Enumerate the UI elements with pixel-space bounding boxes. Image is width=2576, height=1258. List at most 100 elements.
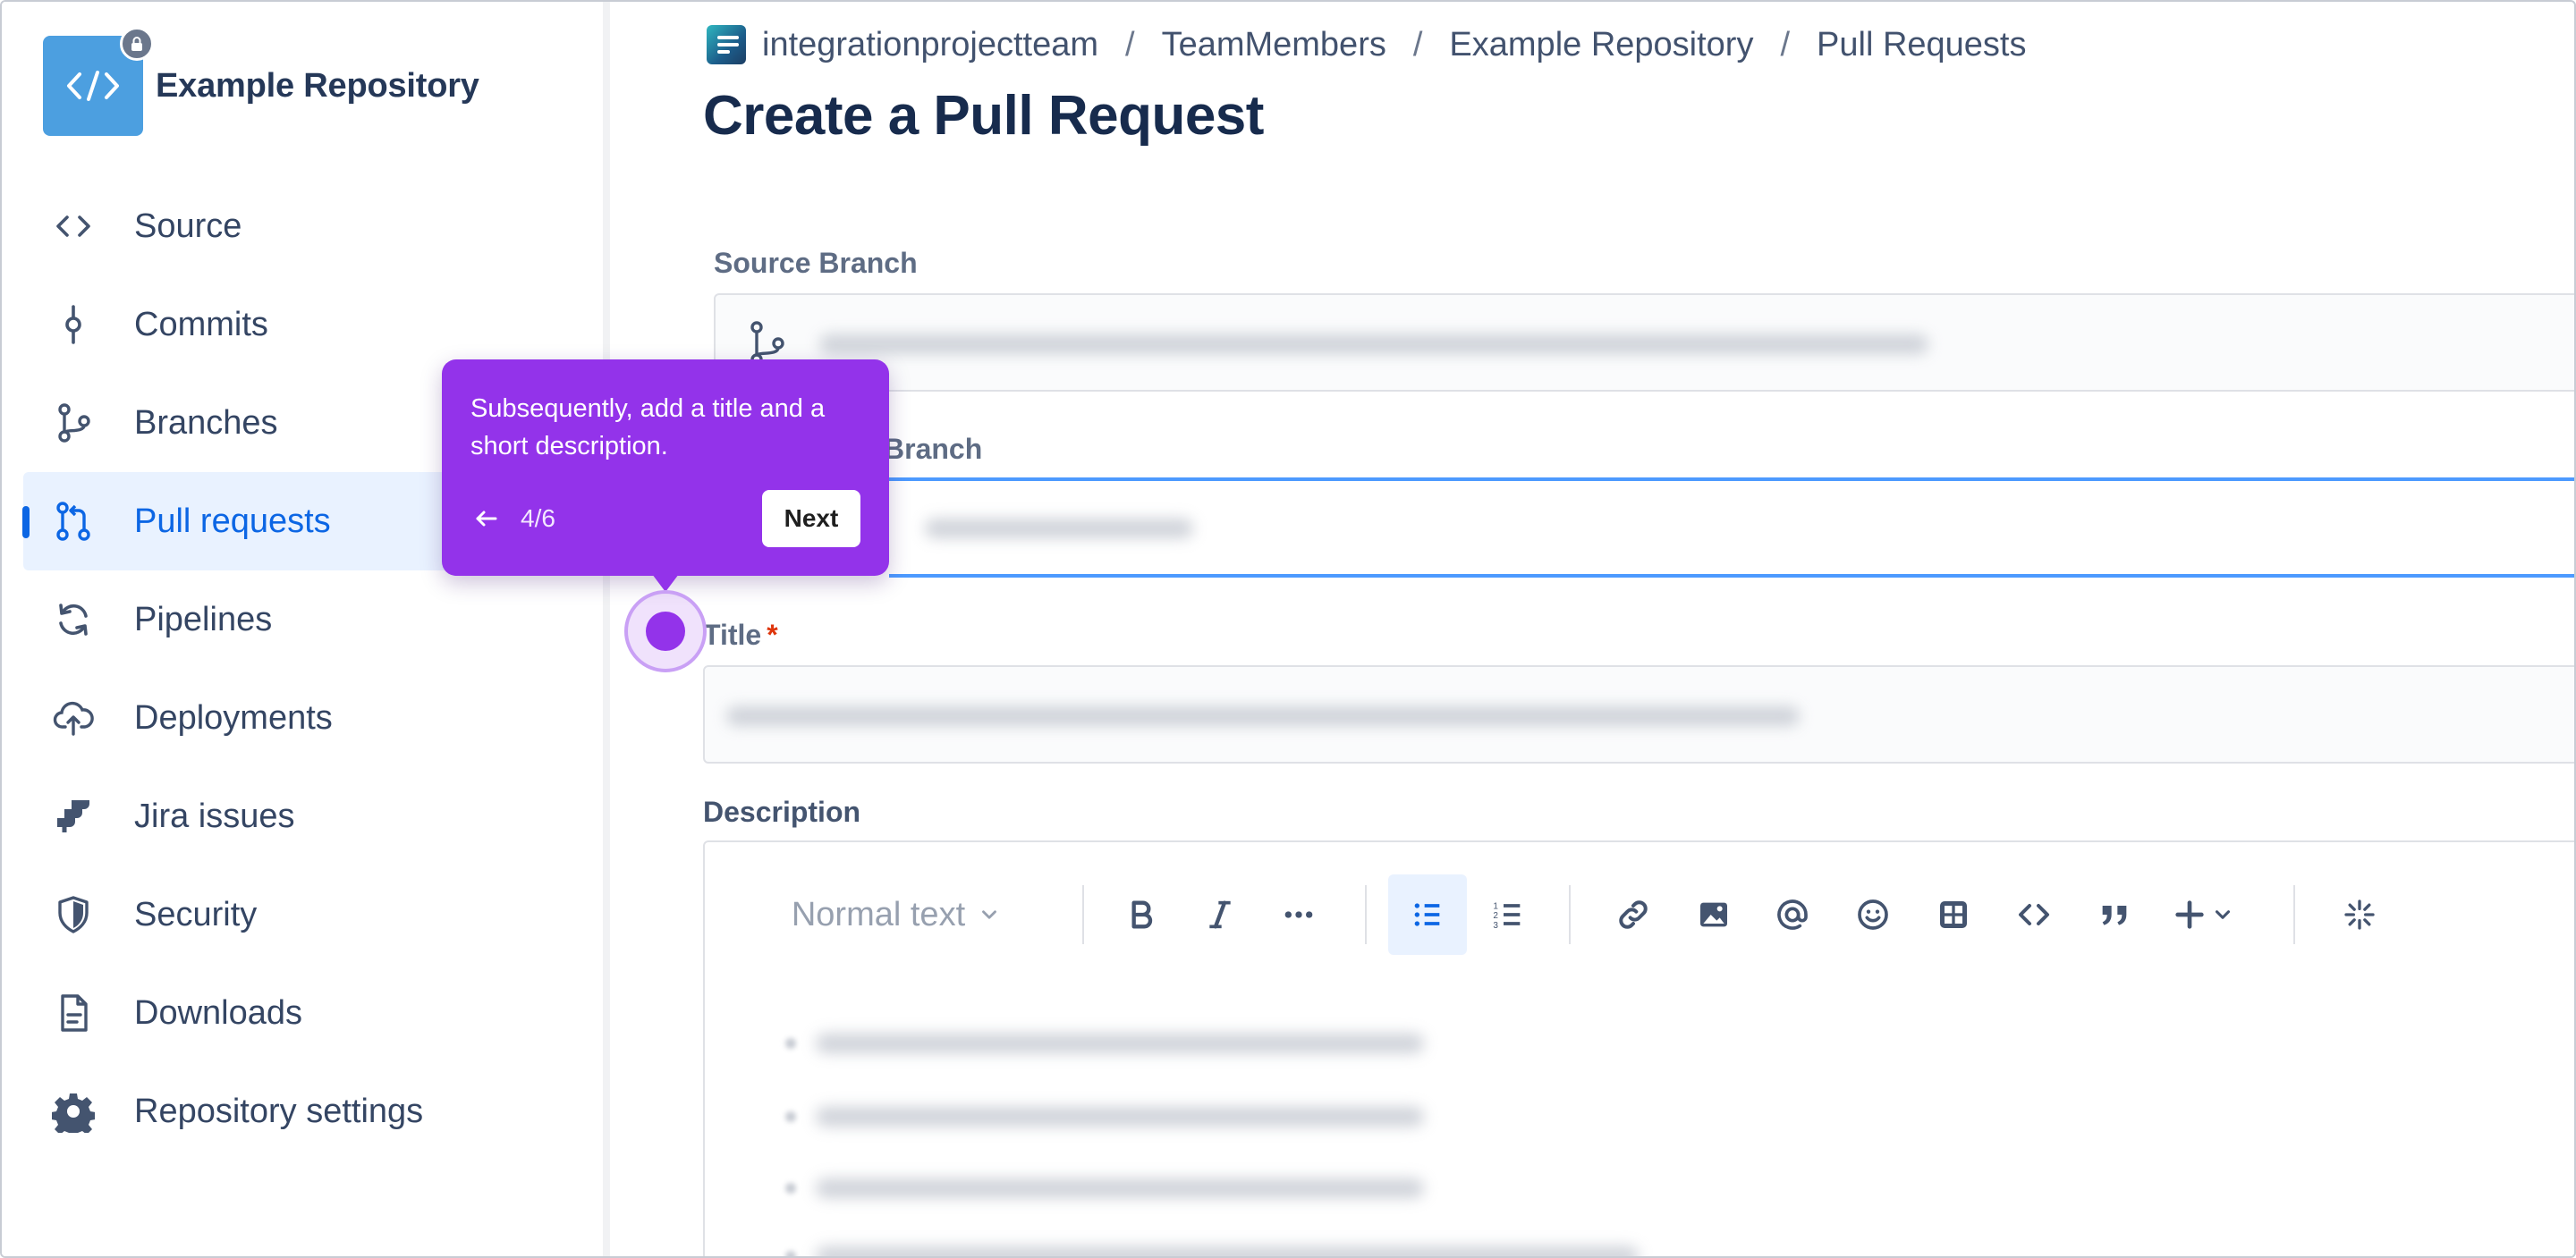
tooltip-text: Subsequently, add a title and a short de… bbox=[470, 394, 826, 460]
arrow-left-icon bbox=[476, 511, 497, 527]
mention-button[interactable] bbox=[1753, 874, 1832, 955]
gear-icon bbox=[50, 1088, 97, 1135]
sidebar-item-downloads[interactable]: Downloads bbox=[23, 964, 603, 1062]
ai-button[interactable] bbox=[2320, 874, 2399, 955]
toolbar-divider bbox=[1082, 885, 1084, 944]
pull-request-icon bbox=[50, 498, 97, 545]
description-editor[interactable]: Normal text 123 bbox=[703, 840, 2574, 1256]
mention-icon bbox=[1777, 899, 1808, 930]
commit-icon bbox=[50, 301, 97, 348]
repo-name: Example Repository bbox=[156, 66, 479, 105]
description-line bbox=[785, 1034, 1424, 1053]
sidebar-nav: Source Commits Branches Pull requests Pi… bbox=[22, 177, 603, 1161]
breadcrumb-separator: / bbox=[1412, 25, 1423, 63]
back-button[interactable] bbox=[470, 502, 503, 535]
destination-branch-value bbox=[925, 519, 1193, 538]
bold-button[interactable] bbox=[1102, 874, 1181, 955]
title-label-text: Title bbox=[703, 619, 762, 651]
link-icon bbox=[1619, 900, 1648, 929]
tooltip-step-counter: 4/6 bbox=[521, 504, 555, 532]
destination-branch-label: Branch bbox=[884, 433, 983, 465]
numbered-list-button[interactable]: 123 bbox=[1469, 874, 1547, 955]
svg-text:2: 2 bbox=[1493, 911, 1498, 921]
sidebar-divider bbox=[603, 2, 610, 1256]
text-style-label: Normal text bbox=[791, 895, 966, 933]
source-branch-label: Source Branch bbox=[714, 247, 918, 279]
text-style-dropdown[interactable]: Normal text bbox=[762, 874, 1030, 955]
main-content: integrationprojectteam / TeamMembers / E… bbox=[610, 2, 2574, 1256]
sidebar-item-label: Deployments bbox=[134, 698, 333, 737]
emoji-icon bbox=[1858, 899, 1888, 930]
insert-button[interactable] bbox=[2154, 874, 2252, 955]
more-icon bbox=[1284, 911, 1313, 918]
chevron-down-icon bbox=[2215, 910, 2231, 919]
breadcrumb: integrationprojectteam / TeamMembers / E… bbox=[707, 25, 2027, 64]
bold-icon bbox=[1131, 900, 1153, 929]
document-icon bbox=[50, 990, 97, 1036]
jira-icon bbox=[50, 793, 97, 840]
active-indicator bbox=[22, 506, 30, 538]
quote-button[interactable] bbox=[2075, 874, 2154, 955]
plus-icon bbox=[2175, 900, 2204, 929]
table-icon bbox=[1940, 901, 1967, 928]
refresh-icon bbox=[50, 596, 97, 643]
image-icon bbox=[1700, 902, 1727, 927]
numbered-list-icon: 123 bbox=[1493, 901, 1521, 931]
breadcrumb-repository[interactable]: Example Repository bbox=[1449, 26, 1753, 64]
breadcrumb-project[interactable]: TeamMembers bbox=[1162, 26, 1386, 64]
bullet-list-button[interactable] bbox=[1388, 874, 1467, 955]
bullet-list-icon bbox=[1414, 903, 1440, 926]
app-window: Example Repository Source Commits Branch… bbox=[0, 0, 2576, 1258]
cloud-upload-icon bbox=[50, 695, 97, 741]
editor-toolbar: Normal text 123 bbox=[705, 874, 2574, 955]
link-button[interactable] bbox=[1594, 874, 1673, 955]
destination-branch-select[interactable] bbox=[889, 477, 2574, 578]
sidebar-item-jira-issues[interactable]: Jira issues bbox=[23, 767, 603, 865]
shield-icon bbox=[50, 891, 97, 938]
sidebar-item-label: Pull requests bbox=[134, 502, 331, 540]
emoji-button[interactable] bbox=[1834, 874, 1912, 955]
description-line bbox=[785, 1178, 1424, 1198]
sidebar-item-repository-settings[interactable]: Repository settings bbox=[23, 1062, 603, 1161]
description-line bbox=[785, 1107, 1424, 1127]
walkthrough-tooltip: Subsequently, add a title and a short de… bbox=[442, 359, 889, 576]
sidebar-item-deployments[interactable]: Deployments bbox=[23, 669, 603, 767]
breadcrumb-separator: / bbox=[1125, 25, 1135, 63]
sidebar-item-label: Branches bbox=[134, 403, 278, 442]
sidebar-item-pipelines[interactable]: Pipelines bbox=[23, 570, 603, 669]
source-branch-value bbox=[819, 334, 1928, 354]
table-button[interactable] bbox=[1914, 874, 1993, 955]
breadcrumb-pull-requests[interactable]: Pull Requests bbox=[1817, 26, 2026, 64]
toolbar-divider bbox=[2293, 885, 2295, 944]
code-brackets-icon bbox=[67, 71, 119, 101]
ai-icon bbox=[2344, 899, 2375, 930]
walkthrough-hotspot[interactable] bbox=[646, 612, 685, 651]
image-button[interactable] bbox=[1674, 874, 1753, 955]
italic-button[interactable] bbox=[1181, 874, 1259, 955]
svg-text:1: 1 bbox=[1493, 901, 1498, 911]
description-label: Description bbox=[703, 796, 861, 828]
chevron-down-icon bbox=[982, 910, 997, 919]
sidebar-item-label: Downloads bbox=[134, 993, 302, 1032]
breadcrumb-workspace[interactable]: integrationprojectteam bbox=[762, 26, 1098, 64]
sidebar-item-security[interactable]: Security bbox=[23, 865, 603, 964]
code-block-button[interactable] bbox=[1995, 874, 2073, 955]
sidebar-item-label: Repository settings bbox=[134, 1092, 424, 1130]
sidebar-item-label: Source bbox=[134, 207, 242, 245]
page-title: Create a Pull Request bbox=[703, 85, 1264, 147]
branch-icon bbox=[50, 400, 97, 446]
toolbar-divider bbox=[1365, 885, 1367, 944]
repo-avatar bbox=[43, 27, 154, 136]
required-mark: * bbox=[767, 619, 778, 651]
title-input[interactable] bbox=[703, 665, 2574, 764]
code-icon bbox=[2019, 904, 2049, 925]
title-input-value bbox=[726, 706, 1800, 726]
description-line bbox=[785, 1246, 1639, 1256]
repo-header[interactable]: Example Repository bbox=[43, 27, 479, 136]
source-branch-select[interactable] bbox=[714, 293, 2574, 392]
more-formatting-button[interactable] bbox=[1259, 874, 1338, 955]
sidebar-item-source[interactable]: Source bbox=[23, 177, 603, 275]
svg-text:3: 3 bbox=[1493, 921, 1498, 931]
sidebar-item-label: Commits bbox=[134, 305, 268, 343]
next-button[interactable]: Next bbox=[762, 490, 860, 547]
